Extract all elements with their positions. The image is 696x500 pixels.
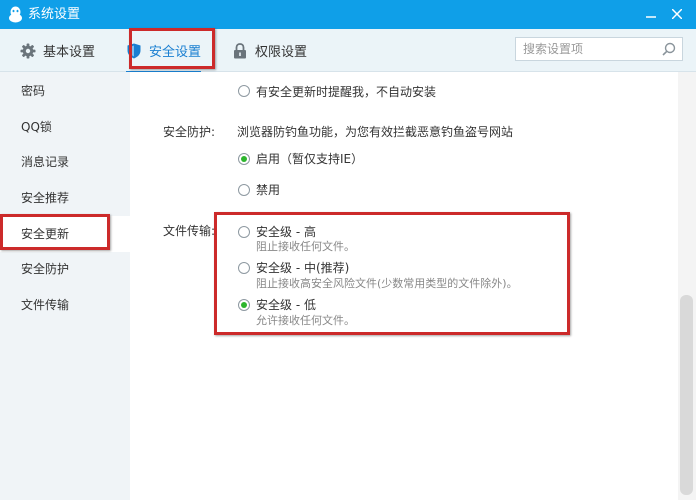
title-bar: 系统设置 [0,0,696,29]
protection-enable-label: 启用（暂仅支持IE） [256,152,364,166]
sidebar-item-file-transfer[interactable]: 文件传输 [0,287,130,323]
tab-basic-settings-label: 基本设置 [43,45,96,60]
search-icon[interactable] [662,42,676,56]
protection-section-label: 安全防护: [163,125,216,139]
update-remind-label: 有安全更新时提醒我，不自动安装 [256,85,437,99]
minimize-icon [646,16,656,18]
highlight-box-file-transfer-options [214,212,570,335]
sidebar-item-security-recommend[interactable]: 安全推荐 [0,180,130,216]
protection-enable-radio[interactable] [238,153,250,165]
scrollbar-thumb[interactable] [680,295,693,495]
sidebar: 密码 QQ锁 消息记录 安全推荐 安全更新 安全防护 文件传输 [0,72,130,500]
update-remind-radio[interactable] [238,85,250,97]
sidebar-item-security-protection[interactable]: 安全防护 [0,251,130,287]
tab-permission-settings[interactable]: 权限设置 [232,29,307,72]
content-scrollbar[interactable] [678,72,696,500]
qq-penguin-icon [9,6,22,23]
close-icon [672,9,682,19]
minimize-button[interactable] [640,4,662,24]
highlight-box-security-tab [129,28,215,69]
protection-description: 浏览器防钓鱼功能，为您有效拦截恶意钓鱼盗号网站 [237,125,514,139]
protection-disable-label: 禁用 [256,183,281,197]
file-transfer-section-label: 文件传输: [163,224,216,238]
tab-permission-settings-label: 权限设置 [255,45,308,60]
window-title: 系统设置 [28,7,81,22]
sidebar-item-qq-lock[interactable]: QQ锁 [0,109,130,145]
sidebar-item-message-history[interactable]: 消息记录 [0,144,130,180]
highlight-box-security-update [0,214,110,250]
search-input[interactable] [516,38,656,60]
lock-icon [232,42,248,59]
gear-icon [20,43,36,59]
tab-bar: 基本设置 安全设置 权限设置 [0,29,696,73]
tab-basic-settings[interactable]: 基本设置 [20,29,95,72]
search-box [515,37,683,61]
close-button[interactable] [666,4,688,24]
sidebar-item-password[interactable]: 密码 [0,73,130,109]
protection-disable-radio[interactable] [238,184,250,196]
